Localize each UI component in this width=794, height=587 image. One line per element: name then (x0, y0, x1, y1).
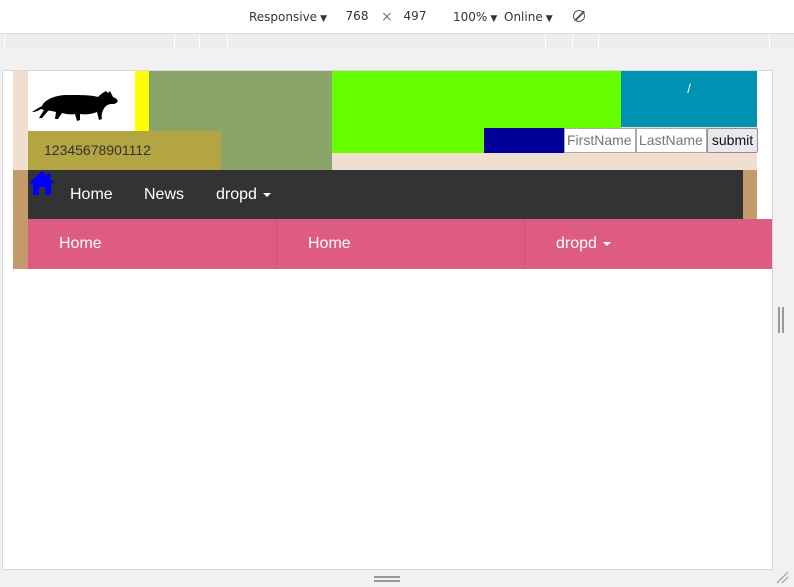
logo[interactable] (28, 71, 135, 131)
number-block: 12345678901112 (28, 131, 221, 170)
pink-navbar: Home Home dropd (28, 219, 772, 269)
cat-logo-icon (32, 91, 118, 121)
resize-corner-icon[interactable] (775, 570, 789, 584)
emulated-viewport: / 12345678901112 FirstName LastName subm… (2, 70, 773, 570)
submit-button[interactable]: submit (707, 128, 758, 153)
dark-navbar: Home News dropd (28, 170, 743, 219)
number-text: 12345678901112 (44, 142, 151, 158)
network-label: Online (504, 10, 543, 24)
device-select[interactable]: Responsive ▼ (249, 10, 327, 24)
ruler-tick (227, 34, 228, 48)
ruler-tick (545, 34, 546, 48)
ruler-tick (4, 34, 5, 48)
nav-dropdown-label: dropd (216, 186, 257, 203)
ruler-tick (199, 34, 200, 48)
pink-nav-item-home[interactable]: Home (277, 219, 524, 269)
chevron-down-icon (602, 241, 611, 246)
ruler-tick (174, 34, 175, 48)
resize-handle-right[interactable] (778, 307, 784, 333)
network-select[interactable]: Online ▼ (504, 10, 553, 24)
nav-item-news[interactable]: News (144, 170, 184, 219)
height-input[interactable]: 497 (398, 7, 432, 25)
resize-handle-bottom[interactable] (374, 576, 400, 582)
times-sign: × (381, 9, 393, 25)
zoom-select[interactable]: 100% ▼ (453, 10, 497, 24)
pink-nav-label: Home (59, 235, 102, 252)
pink-nav-label: Home (308, 235, 351, 252)
breadcrumb-separator: / (687, 81, 691, 96)
devtools-toolbar: Responsive ▼ 768 × 497 100% ▼ Online ▼ (0, 0, 794, 34)
zoom-label: 100% (453, 10, 488, 24)
width-input[interactable]: 768 (340, 7, 374, 25)
ruler-tick (572, 34, 573, 48)
lastname-input[interactable]: LastName (636, 128, 707, 153)
pink-nav-item-dropdown[interactable]: dropd (525, 219, 772, 269)
ruler-tick (598, 34, 599, 48)
navy-block (484, 128, 564, 153)
media-query-ruler[interactable] (0, 34, 794, 48)
no-throttle-icon[interactable] (573, 10, 585, 22)
pink-nav-item-home[interactable]: Home (28, 219, 276, 269)
yellow-block (135, 71, 149, 131)
breadcrumb: / (621, 81, 757, 96)
teal-block (621, 71, 757, 127)
pink-nav-label: dropd (556, 235, 597, 252)
nav-item-dropdown[interactable]: dropd (216, 170, 271, 219)
nav-item-home[interactable]: Home (70, 170, 113, 219)
device-label: Responsive (249, 10, 318, 24)
dropdown-caret-icon: ▼ (545, 14, 553, 24)
home-icon[interactable] (28, 170, 56, 196)
chevron-down-icon (262, 192, 271, 197)
ruler-tick (769, 34, 770, 48)
dropdown-caret-icon: ▼ (490, 14, 498, 24)
dropdown-caret-icon: ▼ (320, 14, 327, 24)
firstname-input[interactable]: FirstName (564, 128, 636, 153)
